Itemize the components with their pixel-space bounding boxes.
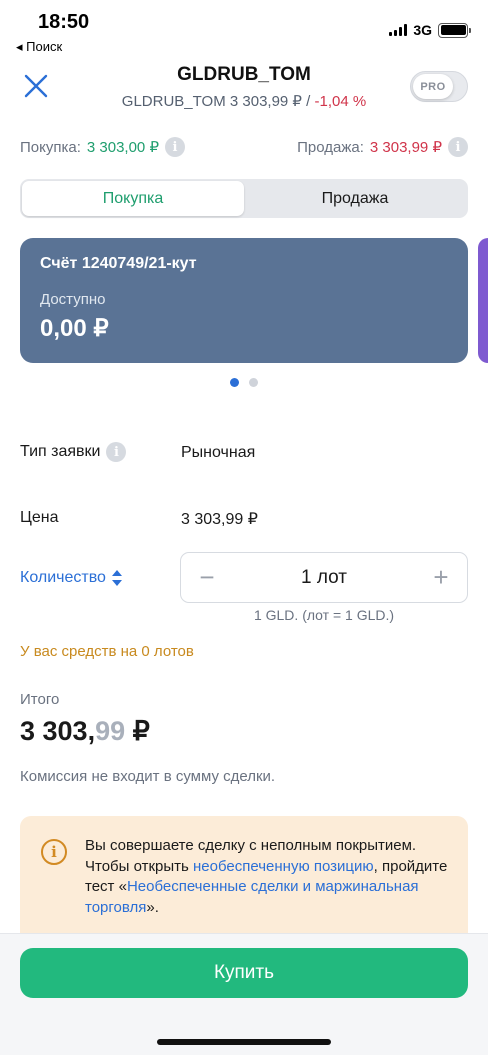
sort-arrows-icon xyxy=(111,570,122,586)
pro-toggle[interactable]: PRO xyxy=(410,71,468,102)
total-amount: 3 303,99 ₽ xyxy=(20,716,150,747)
next-account-card[interactable] xyxy=(478,238,488,363)
battery-icon xyxy=(438,22,471,38)
info-icon[interactable]: i xyxy=(448,137,468,157)
tab-buy[interactable]: Покупка xyxy=(22,181,244,216)
home-indicator[interactable] xyxy=(157,1039,331,1045)
funds-warning: У вас средств на 0 лотов xyxy=(20,643,194,660)
order-type-value[interactable]: Рыночная xyxy=(181,444,255,462)
status-bar: 18:50 ◂ Поиск 3G xyxy=(0,0,488,60)
info-icon[interactable]: i xyxy=(165,137,185,157)
buy-price: Покупка: 3 303,00 ₽ i xyxy=(20,137,185,157)
total-amount-int: 3 303, xyxy=(20,716,96,746)
decrement-button[interactable]: − xyxy=(183,553,231,602)
notice-text-part: ». xyxy=(146,898,159,916)
status-indicators: 3G xyxy=(389,22,471,38)
notice-text: Вы совершаете сделку с неполным покрытие… xyxy=(85,836,455,918)
pager-dot[interactable] xyxy=(249,378,258,387)
carousel-pager xyxy=(0,378,488,387)
quantity-value[interactable]: 1 лот xyxy=(231,567,417,589)
sell-price-label: Продажа: xyxy=(297,138,364,156)
subtitle-price: GLDRUB_TOM 3 303,99 ₽ / xyxy=(121,93,315,110)
total-currency: ₽ xyxy=(125,716,150,746)
order-type-label: Тип заявки i xyxy=(20,442,127,462)
available-label: Доступно xyxy=(40,291,106,308)
status-time: 18:50 xyxy=(38,11,90,33)
margin-notice: i Вы совершаете сделку с неполным покрыт… xyxy=(20,816,468,933)
quantity-label: Количество xyxy=(20,569,106,586)
commission-note: Комиссия не входит в сумму сделки. xyxy=(20,768,276,785)
lot-size-note: 1 GLD. (лот = 1 GLD.) xyxy=(253,607,395,623)
info-circle-icon: i xyxy=(41,839,67,865)
total-amount-fraction: 99 xyxy=(95,716,126,746)
sell-price-value: 3 303,99 ₽ xyxy=(369,139,442,156)
bid-ask-row: Покупка: 3 303,00 ₽ i Продажа: 3 303,99 … xyxy=(20,134,468,158)
pager-dot[interactable] xyxy=(230,378,239,387)
tab-sell[interactable]: Продажа xyxy=(244,181,466,216)
quantity-stepper: − 1 лот + xyxy=(180,552,468,603)
total-label: Итого xyxy=(20,691,60,708)
price-label: Цена xyxy=(20,509,58,527)
buy-sell-segmented-control: Покупка Продажа xyxy=(20,179,468,218)
pro-toggle-label: PRO xyxy=(413,74,453,99)
margin-test-link[interactable]: Необеспеченные сделки и маржинальная тор… xyxy=(85,878,419,916)
header: GLDRUB_TOM GLDRUB_TOM 3 303,99 ₽ / -1,04… xyxy=(0,60,488,120)
sell-price: Продажа: 3 303,99 ₽ i xyxy=(297,137,468,157)
unsecured-position-link[interactable]: необеспеченную позицию xyxy=(193,858,374,875)
price-label-text: Цена xyxy=(20,509,59,526)
available-amount: 0,00 ₽ xyxy=(40,315,109,342)
price-value: 3 303,99 ₽ xyxy=(181,511,258,528)
price-change: -1,04 % xyxy=(314,93,367,110)
buy-button[interactable]: Купить xyxy=(20,948,468,998)
buy-price-label: Покупка: xyxy=(20,138,81,156)
order-type-text: Тип заявки xyxy=(20,443,101,460)
info-icon[interactable]: i xyxy=(106,442,127,462)
quantity-mode-selector[interactable]: Количество xyxy=(20,569,122,587)
bottom-action-bar: Купить xyxy=(0,933,488,1055)
back-to-search-link[interactable]: ◂ Поиск xyxy=(16,39,62,55)
account-card[interactable]: Счёт 1240749/21-кут Доступно 0,00 ₽ xyxy=(20,238,468,363)
buy-price-value: 3 303,00 ₽ xyxy=(86,139,159,156)
increment-button[interactable]: + xyxy=(417,553,465,602)
network-type: 3G xyxy=(413,22,432,38)
account-name: Счёт 1240749/21-кут xyxy=(40,255,197,272)
signal-icon xyxy=(389,24,408,36)
